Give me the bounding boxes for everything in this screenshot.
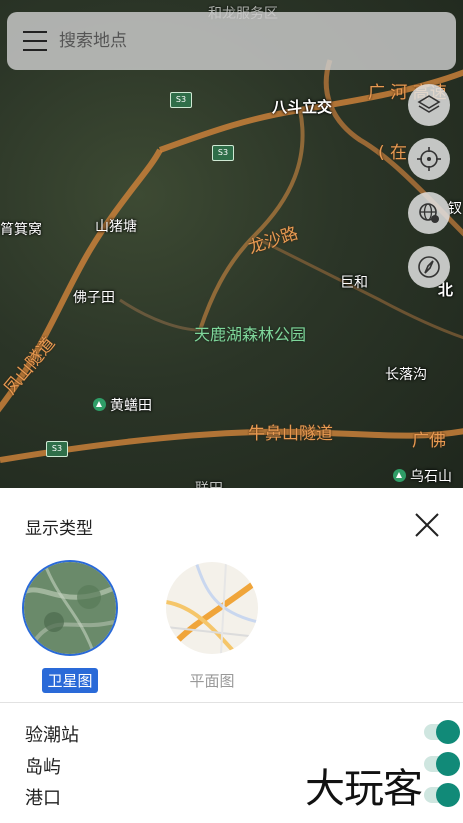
map-label: 长落沟 <box>385 367 427 383</box>
map-label: 天鹿湖森林公园 <box>194 325 307 344</box>
map-label: 八斗立交 <box>272 98 333 116</box>
poi-pin-icon <box>93 398 106 411</box>
map-label: 钗 <box>448 201 462 217</box>
highway-shield: S3 <box>170 92 192 108</box>
map-label: 佛子田 <box>73 290 115 306</box>
display-type-panel: 显示类型 卫星图 平面图 验潮站 岛屿 港口 大玩客 <box>0 488 463 823</box>
map-label: 筲箕窝 <box>0 222 42 238</box>
watermark-logo: 大玩客 <box>305 766 423 812</box>
tide-station-toggle[interactable] <box>424 720 460 744</box>
map-label-text: 乌石山 <box>410 469 452 485</box>
globe-icon <box>419 203 439 223</box>
flat-map-preview-image <box>166 562 258 654</box>
menu-icon[interactable] <box>23 31 47 51</box>
satellite-preview-image <box>24 562 116 654</box>
layer-label: 验潮站 <box>25 725 79 746</box>
flat-type-label[interactable]: 平面图 <box>184 668 239 693</box>
satellite-thumbnail[interactable] <box>22 560 118 656</box>
layers-button[interactable] <box>408 84 450 126</box>
close-icon[interactable] <box>414 512 440 538</box>
island-toggle[interactable] <box>424 752 460 776</box>
port-toggle[interactable] <box>424 783 460 807</box>
map-label: 山猪塘 <box>95 219 137 235</box>
satellite-type-option[interactable]: 卫星图 <box>22 560 118 693</box>
toggle-knob <box>436 720 460 744</box>
highway-shield: S3 <box>46 441 68 457</box>
map-label: 黄蟮田 <box>93 395 152 415</box>
locate-button[interactable] <box>408 138 450 180</box>
search-input[interactable] <box>59 29 359 53</box>
map-label: 广佛 <box>412 431 446 451</box>
divider <box>0 702 463 703</box>
flat-type-option[interactable]: 平面图 <box>164 560 260 693</box>
highway-shield: S3 <box>212 145 234 161</box>
map-label: 巨和 <box>340 275 368 291</box>
map-label: ( 在 <box>378 143 408 163</box>
road-network <box>0 59 463 463</box>
toggle-knob <box>436 783 460 807</box>
satellite-map[interactable]: S3 S3 S3 和龙服务区 八斗立交 广 河 高速 ( 在 钗 筲箕窝 山猪塘… <box>0 0 463 488</box>
compass-button[interactable] <box>408 246 450 288</box>
layer-label: 港口 <box>25 788 61 809</box>
map-label: 联田 <box>195 478 223 488</box>
poi-pin-icon <box>393 469 406 482</box>
flat-map-thumbnail[interactable] <box>164 560 260 656</box>
map-label-text: 黄蟮田 <box>110 398 152 414</box>
locate-icon <box>417 147 441 171</box>
satellite-type-label[interactable]: 卫星图 <box>42 668 98 693</box>
globe-button[interactable] <box>408 192 450 234</box>
compass-icon <box>418 256 440 278</box>
search-bar <box>7 12 456 70</box>
layer-label: 岛屿 <box>25 757 61 778</box>
map-label: 牛鼻山隧道 <box>248 424 333 444</box>
map-label: 乌石山 <box>393 466 452 486</box>
panel-title: 显示类型 <box>25 519 93 539</box>
layers-icon <box>417 95 441 113</box>
toggle-knob <box>436 752 460 776</box>
